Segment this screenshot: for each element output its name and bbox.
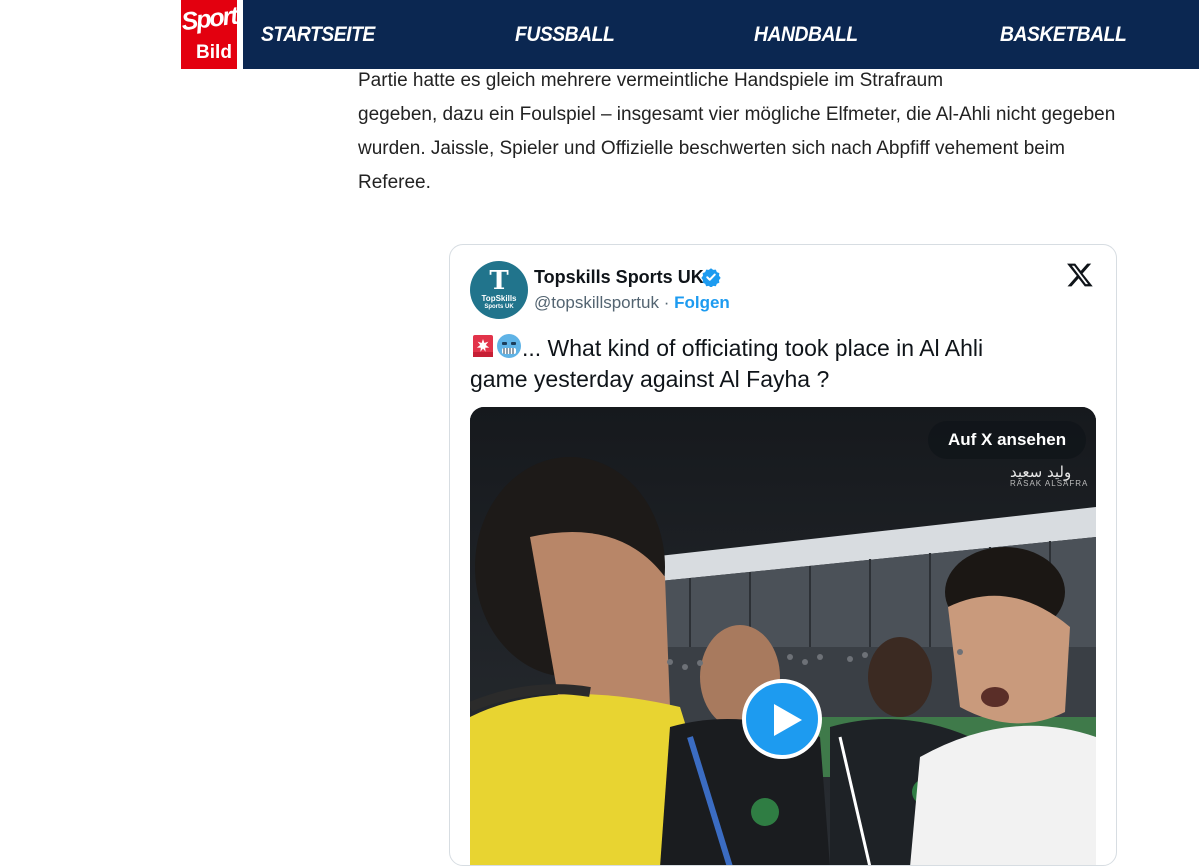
avatar-text: TopSkills bbox=[481, 294, 517, 303]
watch-on-x-button[interactable]: Auf X ansehen bbox=[928, 421, 1087, 459]
article-line: wurden. Jaissle, Spieler und Offizielle … bbox=[358, 138, 1065, 159]
avatar-glyph: T bbox=[489, 266, 509, 296]
article-body: Partie hatte es gleich mehrere vermeintl… bbox=[358, 64, 1188, 200]
follow-link[interactable]: Folgen bbox=[674, 293, 730, 312]
sportbild-logo[interactable]: Sport Bild bbox=[179, 0, 239, 69]
verified-badge-icon bbox=[701, 268, 721, 287]
cold-face-emoji bbox=[497, 334, 521, 358]
x-logo-icon[interactable] bbox=[1066, 261, 1094, 289]
nav-basketball[interactable]: BASKETBALL bbox=[1000, 22, 1127, 48]
video-watermark-sub: RASAK ALSAFRA bbox=[1010, 479, 1089, 488]
police-light-emoji bbox=[473, 335, 493, 357]
article-line: gegeben, dazu ein Foulspiel – insgesamt … bbox=[358, 104, 1116, 125]
avatar-subtext: Sports UK bbox=[484, 304, 514, 310]
video-media[interactable]: Auf X ansehen وليد سعيد RASAK ALSAFRA bbox=[470, 407, 1096, 865]
video-thumbnail bbox=[470, 407, 1096, 865]
nav-labels: STARTSEITE FUSSBALL HANDBALL BASKETBALL bbox=[243, 0, 1199, 69]
nav-handball[interactable]: HANDBALL bbox=[754, 22, 858, 48]
play-button[interactable] bbox=[742, 679, 822, 759]
tweet-text: ... What kind of officiating took place … bbox=[470, 333, 1090, 395]
logo-text-sport: Sport bbox=[179, 1, 239, 37]
separator: · bbox=[658, 293, 675, 312]
article-line: Partie hatte es gleich mehrere vermeintl… bbox=[358, 70, 944, 91]
tweet-text-line2: game yesterday against Al Fayha ? bbox=[470, 366, 830, 392]
nav-fussball[interactable]: FUSSBALL bbox=[515, 22, 615, 48]
tweet-embed[interactable]: T TopSkills Sports UK Topskills Sports U… bbox=[449, 244, 1117, 866]
avatar[interactable]: T TopSkills Sports UK bbox=[470, 261, 528, 319]
handle[interactable]: @topskillsportuk bbox=[534, 293, 659, 312]
handle-row: @topskillsportuk · Folgen bbox=[534, 291, 730, 315]
tweet-text-line1: ... What kind of officiating took place … bbox=[522, 335, 984, 361]
display-name[interactable]: Topskills Sports UK bbox=[534, 265, 704, 289]
play-icon bbox=[774, 704, 802, 736]
nav-startseite[interactable]: STARTSEITE bbox=[261, 22, 375, 48]
logo-text-bild: Bild bbox=[196, 42, 232, 63]
article-line: Referee. bbox=[358, 172, 431, 193]
